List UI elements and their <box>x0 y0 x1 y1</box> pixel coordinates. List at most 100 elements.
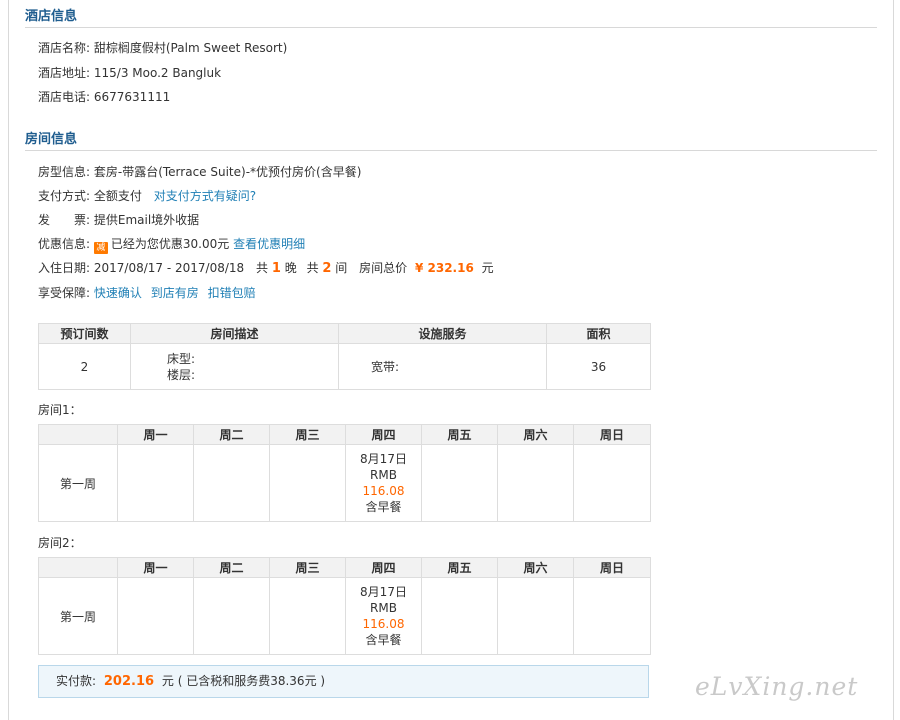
room1-label: 房间1： <box>38 403 82 417</box>
stay-dates: 2017/08/17 - 2017/08/18 <box>93 261 245 275</box>
room2-calendar-table: 周一 周二 周三 周四 周五 周六 周日 第一周 8月17日 RMB 116.0… <box>38 557 651 655</box>
day-cell-empty <box>497 577 574 655</box>
day-header-sun: 周日 <box>573 424 651 445</box>
day-cell-empty <box>269 444 346 522</box>
nights-prefix: 共 <box>256 261 269 275</box>
day-cell-booked: 8月17日 RMB 116.08 含早餐 <box>345 577 422 655</box>
header-area: 面积 <box>546 323 651 344</box>
room1-calendar-table: 周一 周二 周三 周四 周五 周六 周日 第一周 8月17日 RMB 116.0… <box>38 424 651 522</box>
hotel-name: 甜棕榈度假村(Palm Sweet Resort) <box>93 41 288 55</box>
day-header-sat: 周六 <box>497 557 574 578</box>
header-facilities: 设施服务 <box>338 323 547 344</box>
hotel-name-row: 酒店名称: 甜棕榈度假村(Palm Sweet Resort) <box>38 40 287 56</box>
hotel-name-label: 酒店名称: <box>38 41 91 55</box>
room-type-row: 房型信息: 套房-带露台(Terrace Suite)-*优预付房价(含早餐) <box>38 164 361 180</box>
guarantee-row: 享受保障: 快速确认 到店有房 扣错包赔 <box>38 285 256 301</box>
booked-meal: 含早餐 <box>365 500 402 514</box>
hotel-phone-label: 酒店电话: <box>38 90 91 104</box>
stay-dates-label: 入住日期: <box>38 261 91 275</box>
week-label: 第一周 <box>38 444 118 522</box>
hotel-address-row: 酒店地址: 115/3 Moo.2 Bangluk <box>38 65 221 81</box>
week-label: 第一周 <box>38 577 118 655</box>
room-section-title: 房间信息 <box>25 132 78 147</box>
header-room-count: 预订间数 <box>38 323 131 344</box>
hotel-address: 115/3 Moo.2 Bangluk <box>93 66 222 80</box>
payment-question-link[interactable]: 对支付方式有疑问? <box>154 189 256 203</box>
day-header-sun: 周日 <box>573 557 651 578</box>
stay-dates-row: 入住日期: 2017/08/17 - 2017/08/18 共 1 晚 共 2 … <box>38 260 494 276</box>
room-section-divider <box>25 150 877 151</box>
total-price-label: 房间总价 <box>359 261 408 275</box>
room1-calendar-header: 周一 周二 周三 周四 周五 周六 周日 <box>38 424 651 445</box>
corner-cell <box>38 424 118 445</box>
day-cell-booked: 8月17日 RMB 116.08 含早餐 <box>345 444 422 522</box>
day-header-mon: 周一 <box>117 557 194 578</box>
nights-count: 1 <box>271 261 281 276</box>
discount-row: 优惠信息: 减已经为您优惠30.00元 查看优惠明细 <box>38 236 305 254</box>
booked-meal: 含早餐 <box>365 633 402 647</box>
room-type-label: 房型信息: <box>38 165 91 179</box>
hotel-phone-row: 酒店电话: 6677631111 <box>38 89 170 105</box>
hotel-phone: 6677631111 <box>93 90 171 104</box>
guarantee-room-available-link[interactable]: 到店有房 <box>151 286 199 300</box>
broadband-label: 宽带: <box>371 360 400 374</box>
booked-price: 116.08 <box>362 484 405 498</box>
day-header-fri: 周五 <box>421 557 498 578</box>
day-cell-empty <box>117 577 194 655</box>
day-header-mon: 周一 <box>117 424 194 445</box>
guarantee-compensation-link[interactable]: 扣错包赔 <box>208 286 256 300</box>
hotel-section-title: 酒店信息 <box>25 9 78 24</box>
room1-week-row: 第一周 8月17日 RMB 116.08 含早餐 <box>38 444 651 522</box>
room-count-cell: 2 <box>38 343 131 390</box>
room-description-cell: 床型: 楼层: <box>130 343 339 390</box>
day-cell-empty <box>421 577 498 655</box>
guarantee-fast-confirm-link[interactable]: 快速确认 <box>94 286 142 300</box>
discount-detail-link[interactable]: 查看优惠明细 <box>233 237 305 251</box>
room-summary-table: 预订间数 房间描述 设施服务 面积 2 床型: 楼层: 宽带: 36 <box>38 323 651 390</box>
hotel-address-label: 酒店地址: <box>38 66 91 80</box>
rooms-count: 2 <box>322 261 332 276</box>
invoice-row: 发 票: 提供Email境外收据 <box>38 212 199 228</box>
area-cell: 36 <box>546 343 651 390</box>
coupon-icon: 减 <box>93 242 108 254</box>
payment-label: 实付款: <box>56 674 97 688</box>
day-cell-empty <box>573 577 651 655</box>
booked-price: 116.08 <box>362 617 405 631</box>
day-header-wed: 周三 <box>269 424 346 445</box>
booked-currency: RMB <box>370 468 397 482</box>
total-price-unit: 元 <box>481 261 494 275</box>
day-header-tue: 周二 <box>193 557 270 578</box>
booked-date: 8月17日 <box>360 585 407 599</box>
payment-summary-box: 实付款: 202.16 元 ( 已含税和服务费38.36元 ) <box>38 665 649 698</box>
rooms-suffix: 间 <box>335 261 348 275</box>
room-type: 套房-带露台(Terrace Suite)-*优预付房价(含早餐) <box>93 165 362 179</box>
discount-text: 已经为您优惠30.00元 <box>110 237 230 251</box>
day-cell-empty <box>573 444 651 522</box>
payment-method-label: 支付方式: <box>38 189 91 203</box>
payment-amount: 202.16 <box>103 674 155 689</box>
day-header-sat: 周六 <box>497 424 574 445</box>
day-cell-empty <box>497 444 574 522</box>
payment-note: ( 已含税和服务费38.36元 ) <box>177 674 326 688</box>
invoice: 提供Email境外收据 <box>93 213 200 227</box>
invoice-label: 发 票: <box>38 213 91 227</box>
bed-type-label: 床型: <box>167 351 196 366</box>
room2-label: 房间2： <box>38 536 82 550</box>
guarantee-label: 享受保障: <box>38 286 91 300</box>
day-header-tue: 周二 <box>193 424 270 445</box>
rooms-prefix: 共 <box>306 261 319 275</box>
day-header-thu: 周四 <box>345 557 422 578</box>
day-cell-empty <box>193 577 270 655</box>
watermark-logo: eLvXing.net <box>695 672 859 701</box>
payment-method-row: 支付方式: 全额支付 对支付方式有疑问? <box>38 188 256 204</box>
booked-currency: RMB <box>370 601 397 615</box>
hotel-section-divider <box>25 27 877 28</box>
day-cell-empty <box>421 444 498 522</box>
summary-data-row: 2 床型: 楼层: 宽带: 36 <box>38 343 651 390</box>
day-header-fri: 周五 <box>421 424 498 445</box>
payment-method: 全额支付 <box>93 189 142 203</box>
summary-header-row: 预订间数 房间描述 设施服务 面积 <box>38 323 651 344</box>
day-cell-empty <box>193 444 270 522</box>
discount-label: 优惠信息: <box>38 237 91 251</box>
day-cell-empty <box>269 577 346 655</box>
